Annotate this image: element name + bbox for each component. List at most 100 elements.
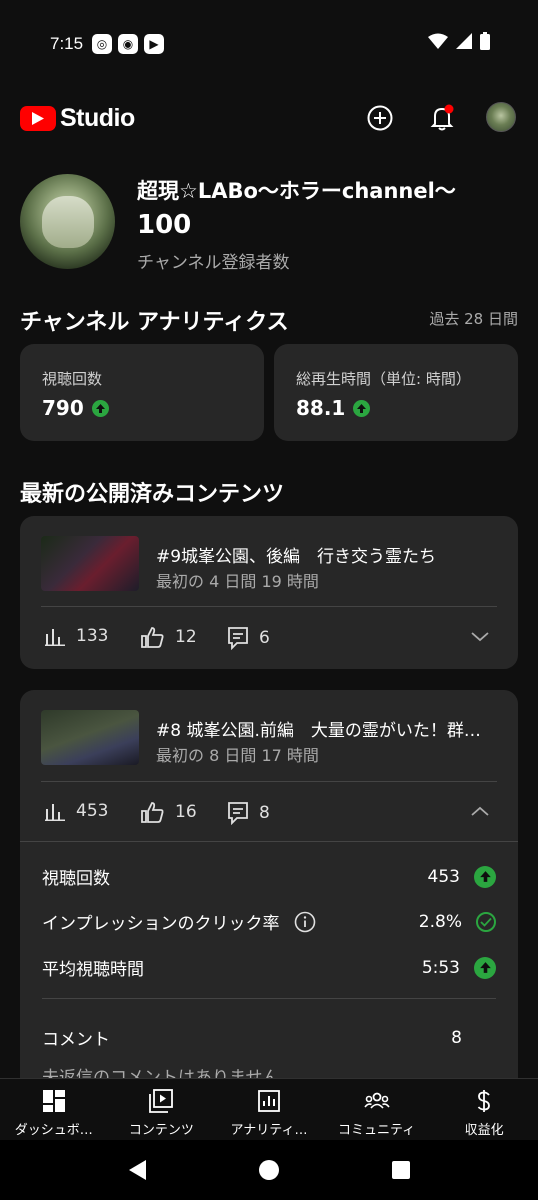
dashboard-icon — [42, 1090, 65, 1112]
detail-row-views: 視聴回数 453 — [42, 864, 496, 889]
chevron-up-icon — [471, 806, 489, 816]
watch-time-card[interactable]: 総再生時間（単位: 時間） 88.1 — [274, 344, 518, 441]
divider — [41, 606, 497, 607]
video-title: #9城峯公園、後編 行き交う霊たち — [156, 547, 437, 567]
views-count: 133 — [76, 626, 109, 646]
likes-count: 12 — [175, 627, 197, 647]
trend-up-icon — [474, 956, 496, 979]
nav-label: 収益化 — [464, 1123, 504, 1138]
bell-icon — [430, 104, 454, 131]
status-bar: 7:15 ◎ ◉ ▶ — [0, 0, 538, 88]
home-icon[interactable] — [258, 1159, 280, 1181]
detail-value: 453 — [427, 866, 460, 887]
detail-label: 視聴回数 — [42, 869, 110, 889]
subscriber-count: 100 — [137, 210, 192, 240]
bar-chart-icon — [45, 804, 65, 821]
nav-label: ダッシュボ… — [14, 1123, 93, 1138]
status-time: 7:15 — [50, 34, 84, 53]
notification-icons: ◎ ◉ ▶ — [92, 34, 164, 54]
content-icon — [149, 1089, 174, 1113]
nav-label: アナリティ… — [230, 1123, 308, 1138]
detail-label: インプレッションのクリック率 — [42, 914, 280, 934]
nav-analytics[interactable]: アナリティ… — [215, 1079, 323, 1141]
trend-up-icon — [91, 399, 109, 417]
views-metric: 133 — [44, 626, 108, 646]
video-thumbnail[interactable] — [41, 710, 139, 765]
divider — [41, 781, 497, 782]
likes-metric: 16 — [141, 801, 197, 823]
nav-monetization[interactable]: 収益化 — [430, 1079, 538, 1141]
create-button[interactable] — [366, 104, 394, 132]
community-icon — [363, 1092, 390, 1109]
analytics-period: 過去 28 日間 — [429, 310, 518, 328]
comment-icon — [228, 627, 248, 650]
detail-row-avg-duration: 平均視聴時間 5:53 — [42, 955, 496, 980]
chrome-notification-icon: ◉ — [118, 34, 138, 54]
views-card[interactable]: 視聴回数 790 — [20, 344, 264, 441]
nav-community[interactable]: コミュニティ — [323, 1079, 431, 1141]
comments-count: 6 — [259, 628, 270, 648]
youtube-notification-icon: ▶ — [144, 34, 164, 54]
info-icon[interactable] — [294, 911, 316, 933]
watch-time-value: 88.1 — [296, 396, 371, 420]
top-app-bar: Studio — [0, 96, 538, 140]
expand-button[interactable] — [470, 628, 490, 647]
divider — [20, 841, 518, 842]
views-metric: 453 — [44, 801, 108, 821]
monetization-icon — [477, 1090, 491, 1112]
thumbs-up-icon — [141, 627, 164, 648]
detail-label: 平均視聴時間 — [42, 960, 144, 980]
collapse-button[interactable] — [470, 803, 490, 822]
views-value: 790 — [42, 396, 109, 420]
trend-up-icon — [474, 865, 496, 888]
app-title: Studio — [60, 104, 135, 132]
detail-row-ctr: インプレッションのクリック率 2.8% — [42, 909, 496, 934]
youtube-logo-icon — [20, 106, 56, 131]
views-label: 視聴回数 — [42, 370, 103, 388]
notifications-button[interactable] — [428, 104, 456, 132]
comments-total: 8 — [451, 1027, 462, 1048]
watch-time-label: 総再生時間（単位: 時間） — [296, 370, 471, 388]
comments-row[interactable]: コメント 8 — [42, 1025, 462, 1051]
signal-icon — [456, 33, 472, 49]
video-subtitle: 最初の 4 日間 19 時間 — [156, 572, 319, 591]
detail-value: 2.8% — [418, 911, 462, 932]
check-circle-icon — [476, 911, 496, 932]
channel-avatar[interactable] — [20, 174, 115, 269]
account-avatar[interactable] — [486, 102, 516, 132]
comment-icon — [228, 802, 248, 825]
video-thumbnail[interactable] — [41, 536, 139, 591]
nav-content[interactable]: コンテンツ — [108, 1079, 216, 1141]
system-navigation-bar — [0, 1140, 538, 1200]
divider — [42, 998, 496, 999]
wifi-icon — [428, 33, 448, 49]
likes-count: 16 — [175, 802, 197, 822]
latest-content-title: 最新の公開済みコンテンツ — [20, 482, 285, 507]
recents-icon[interactable] — [391, 1160, 411, 1180]
chevron-down-icon — [471, 632, 489, 642]
nav-dashboard[interactable]: ダッシュボ… — [0, 1079, 108, 1141]
comments-metric: 6 — [227, 626, 270, 650]
views-count: 453 — [76, 801, 109, 821]
video-card[interactable]: #9城峯公園、後編 行き交う霊たち 最初の 4 日間 19 時間 133 12 … — [20, 516, 518, 669]
bottom-navigation: ダッシュボ… コンテンツ アナリティ… コミュニティ 収益化 — [0, 1078, 538, 1141]
channel-name: 超現☆LABo〜ホラーchannel〜 — [137, 179, 456, 203]
video-subtitle: 最初の 8 日間 17 時間 — [156, 746, 319, 765]
comments-label: コメント — [42, 1030, 110, 1050]
analytics-icon — [258, 1090, 280, 1112]
studio-logo[interactable]: Studio — [20, 104, 135, 133]
subscriber-label: チャンネル登録者数 — [137, 253, 290, 273]
nav-label: コミュニティ — [337, 1123, 416, 1138]
comments-metric: 8 — [227, 801, 270, 825]
system-status-icons — [428, 32, 490, 50]
views-number: 790 — [42, 396, 84, 420]
back-icon[interactable] — [127, 1159, 149, 1181]
trend-up-icon — [353, 399, 371, 417]
likes-metric: 12 — [141, 626, 197, 648]
add-circle-icon — [367, 105, 393, 131]
battery-icon — [480, 32, 490, 50]
bar-chart-icon — [45, 629, 65, 646]
comments-count: 8 — [259, 803, 270, 823]
detail-value: 5:53 — [421, 957, 460, 978]
thumbs-up-icon — [141, 802, 164, 823]
